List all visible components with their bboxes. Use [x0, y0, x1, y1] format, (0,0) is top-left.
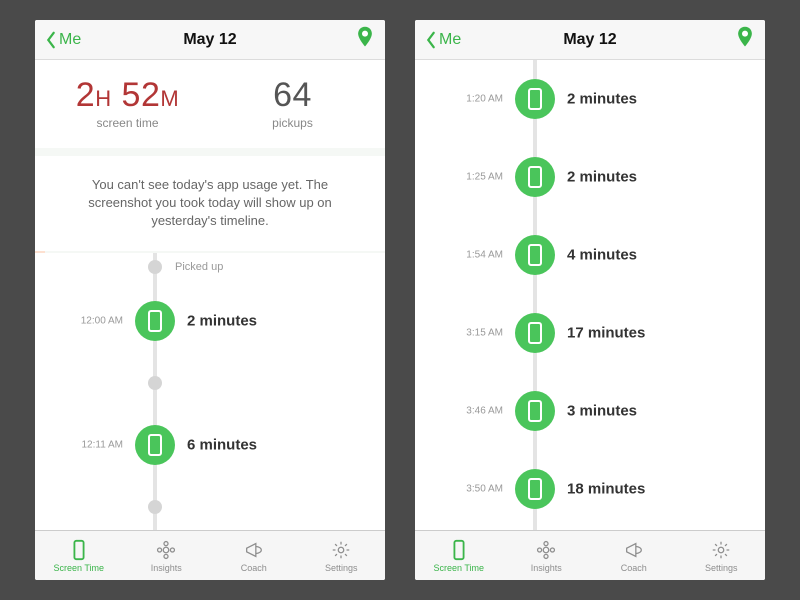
timeline-entry[interactable]: 1:25 AM 2 minutes: [415, 138, 765, 216]
screen-time-value: 2H 52M: [45, 78, 210, 112]
phone-dot-icon: [515, 391, 555, 431]
pickups-label: pickups: [210, 116, 375, 130]
timeline-entry[interactable]: 3:46 AM 3 minutes: [415, 372, 765, 450]
chevron-left-icon: [425, 31, 437, 49]
entry-duration: 18 minutes: [567, 481, 645, 498]
timeline-entry[interactable]: 3:15 AM 17 minutes: [415, 294, 765, 372]
phone-dot-icon: [135, 301, 175, 341]
back-label: Me: [439, 31, 461, 49]
back-button[interactable]: Me: [425, 31, 461, 49]
timeline-entry[interactable]: 3:50 AM 18 minutes: [415, 450, 765, 528]
chevron-left-icon: [45, 31, 57, 49]
screen-time-stat: 2H 52M screen time: [45, 78, 210, 130]
phone-dot-icon: [135, 425, 175, 465]
tab-insights[interactable]: Insights: [503, 531, 591, 580]
entry-time: 3:46 AM: [415, 406, 503, 417]
back-button[interactable]: Me: [45, 31, 81, 49]
timeline[interactable]: Picked up 12:00 AM 2 minutes 12:11 AM 6 …: [35, 253, 385, 530]
insights-icon: [535, 539, 557, 561]
timeline-entry[interactable]: 12:00 AM 2 minutes: [35, 281, 385, 361]
pickups-value: 64: [210, 78, 375, 112]
location-button[interactable]: [735, 25, 755, 54]
grey-dot-icon: [148, 500, 162, 514]
screen-left: Me May 12 2H 52M screen time 64 pickups …: [35, 20, 385, 580]
phone-dot-icon: [515, 157, 555, 197]
screen-time-label: screen time: [45, 116, 210, 130]
entry-duration: 2 minutes: [567, 91, 637, 108]
megaphone-icon: [623, 539, 645, 561]
picked-up-marker: Picked up: [35, 253, 385, 281]
entry-time: 12:00 AM: [35, 315, 123, 326]
tab-settings[interactable]: Settings: [678, 531, 766, 580]
entry-duration: 6 minutes: [187, 436, 257, 453]
timeline-entry[interactable]: 1:54 AM 4 minutes: [415, 216, 765, 294]
tab-bar: Screen Time Insights Coach Settings: [35, 530, 385, 580]
location-button[interactable]: [355, 25, 375, 54]
screen-right: Me May 12 1:20 AM 2 minutes 1:25 AM 2 minut…: [415, 20, 765, 580]
page-title: May 12: [415, 31, 765, 49]
tab-bar: Screen Time Insights Coach Settings: [415, 530, 765, 580]
info-message: You can't see today's app usage yet. The…: [35, 156, 385, 251]
phone-dot-icon: [515, 235, 555, 275]
nav-bar: Me May 12: [415, 20, 765, 60]
info-section: You can't see today's app usage yet. The…: [35, 148, 385, 253]
timeline[interactable]: 1:20 AM 2 minutes 1:25 AM 2 minutes 1:54 AM 4…: [415, 60, 765, 530]
tab-insights[interactable]: Insights: [123, 531, 211, 580]
entry-duration: 3 minutes: [567, 403, 637, 420]
tab-screen-time[interactable]: Screen Time: [415, 531, 503, 580]
timeline-entry[interactable]: 12:11 AM 6 minutes: [35, 405, 385, 485]
phone-dot-icon: [515, 313, 555, 353]
timeline-entry[interactable]: 1:20 AM 2 minutes: [415, 60, 765, 138]
megaphone-icon: [243, 539, 265, 561]
entry-time: 1:54 AM: [415, 250, 503, 261]
entry-time: 1:25 AM: [415, 172, 503, 183]
page-title: May 12: [35, 31, 385, 49]
phone-icon: [68, 539, 90, 561]
entry-time: 12:11 AM: [35, 439, 123, 450]
entry-duration: 2 minutes: [187, 312, 257, 329]
location-pin-icon: [735, 25, 755, 49]
tab-settings[interactable]: Settings: [298, 531, 386, 580]
pickups-stat: 64 pickups: [210, 78, 375, 130]
summary-row: 2H 52M screen time 64 pickups: [35, 60, 385, 148]
entry-time: 3:15 AM: [415, 328, 503, 339]
entry-duration: 4 minutes: [567, 247, 637, 264]
nav-bar: Me May 12: [35, 20, 385, 60]
phone-dot-icon: [515, 469, 555, 509]
phone-dot-icon: [515, 79, 555, 119]
location-pin-icon: [355, 25, 375, 49]
gear-icon: [330, 539, 352, 561]
timeline-gap: [35, 361, 385, 405]
tab-screen-time[interactable]: Screen Time: [35, 531, 123, 580]
gear-icon: [710, 539, 732, 561]
entry-duration: 17 minutes: [567, 325, 645, 342]
back-label: Me: [59, 31, 81, 49]
entry-time: 3:50 AM: [415, 484, 503, 495]
picked-up-label: Picked up: [175, 261, 223, 273]
tab-coach[interactable]: Coach: [210, 531, 298, 580]
entry-time: 1:20 AM: [415, 94, 503, 105]
grey-dot-icon: [148, 260, 162, 274]
phone-icon: [448, 539, 470, 561]
timeline-gap: [35, 485, 385, 529]
tab-coach[interactable]: Coach: [590, 531, 678, 580]
entry-duration: 2 minutes: [567, 169, 637, 186]
grey-dot-icon: [148, 376, 162, 390]
insights-icon: [155, 539, 177, 561]
